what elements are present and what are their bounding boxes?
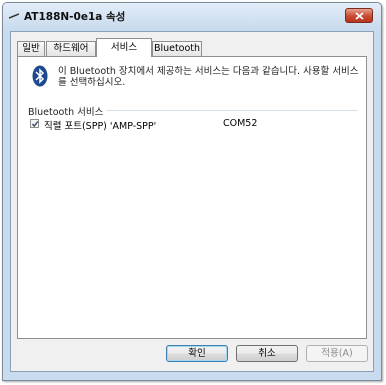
service-name: 직렬 포트(SPP) 'AMP-SPP' <box>44 121 157 132</box>
tab-services[interactable]: 서비스 <box>96 38 152 57</box>
ok-button[interactable]: 확인 <box>166 345 228 362</box>
group-label: Bluetooth 서비스 <box>28 104 107 118</box>
properties-dialog: AT188N-0e1a 속성 일반 하드웨어 서비스 Bluetooth 이 B… <box>2 2 382 381</box>
window-title: AT188N-0e1a 속성 <box>24 11 126 23</box>
title-bar[interactable]: AT188N-0e1a 속성 <box>3 3 381 29</box>
close-button[interactable] <box>345 8 373 23</box>
close-icon <box>355 12 364 20</box>
services-tab-panel: 이 Bluetooth 장치에서 제공하는 서비스는 다음과 같습니다. 사용할… <box>17 56 367 339</box>
check-icon <box>31 121 39 128</box>
tab-hardware[interactable]: 하드웨어 <box>46 41 96 56</box>
service-description: 이 Bluetooth 장치에서 제공하는 서비스는 다음과 같습니다. 사용할… <box>58 66 359 88</box>
tab-bluetooth[interactable]: Bluetooth <box>152 41 202 56</box>
cancel-button[interactable]: 취소 <box>236 345 298 362</box>
tab-general[interactable]: 일반 <box>17 41 45 56</box>
dialog-body: 일반 하드웨어 서비스 Bluetooth 이 Bluetooth 장치에서 제… <box>10 31 374 372</box>
apply-button[interactable]: 적용(A) <box>306 345 368 362</box>
service-checkbox[interactable] <box>30 119 39 128</box>
bluetooth-icon <box>32 65 48 87</box>
service-port: COM52 <box>223 118 258 129</box>
bluetooth-device-icon <box>9 13 19 19</box>
service-row[interactable]: 직렬 포트(SPP) 'AMP-SPP' COM52 <box>28 117 358 132</box>
